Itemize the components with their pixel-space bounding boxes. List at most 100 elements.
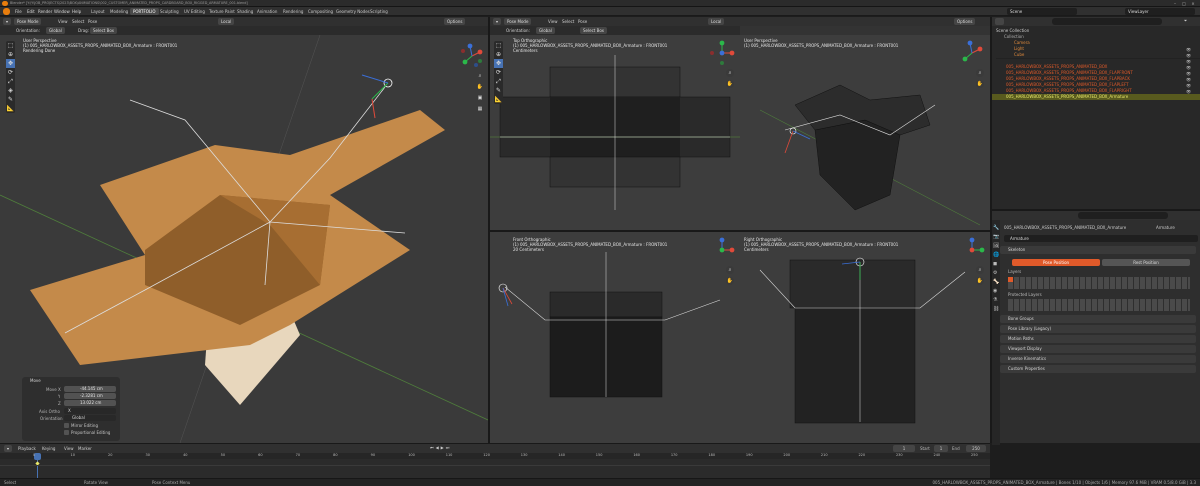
tab-sculpting[interactable]: Sculpting xyxy=(157,8,182,15)
mirror-checkbox[interactable] xyxy=(64,423,69,428)
top-view-canvas[interactable] xyxy=(490,35,740,230)
options-button[interactable]: Options xyxy=(444,18,466,25)
menu-help[interactable]: Help xyxy=(69,8,84,15)
orientation-dropdown[interactable]: Global xyxy=(536,27,555,34)
pan-icon[interactable]: ✋ xyxy=(726,80,734,88)
rest-position-button[interactable]: Rest Position xyxy=(1102,259,1190,266)
filter-icon[interactable]: ⏷ xyxy=(1184,18,1187,23)
zoom-icon[interactable]: ⌕ xyxy=(726,266,734,274)
protected-layers-grid[interactable] xyxy=(1008,299,1190,311)
menu-marker[interactable]: Marker xyxy=(78,445,92,452)
options-button[interactable]: Options xyxy=(954,18,976,25)
measure-tool-icon[interactable]: 📐 xyxy=(494,95,503,104)
zoom-icon[interactable]: ⌕ xyxy=(726,69,734,77)
panel-viewport-display[interactable]: Viewport Display xyxy=(1000,345,1196,353)
zoom-icon[interactable]: ⌕ xyxy=(976,69,984,77)
scene-selector[interactable]: Scene xyxy=(1007,8,1077,15)
move-tool-icon[interactable]: ✥ xyxy=(494,59,503,68)
panel-pose-library[interactable]: Pose Library (Legacy) xyxy=(1000,325,1196,333)
armature-name-field[interactable]: Armature xyxy=(1004,235,1198,242)
end-frame-field[interactable]: 250 xyxy=(966,445,986,452)
editor-type-icon[interactable] xyxy=(995,18,1004,25)
cursor-tool-icon[interactable]: ⊕ xyxy=(494,50,503,59)
drag-dropdown[interactable]: Select Box xyxy=(580,27,608,34)
tab-scripting[interactable]: Scripting xyxy=(367,8,391,15)
annotate-tool-icon[interactable]: ✎ xyxy=(494,86,503,95)
drag-dropdown[interactable]: Select Box xyxy=(90,27,118,34)
rotate-tool-icon[interactable]: ⟳ xyxy=(6,68,15,77)
perspective-canvas[interactable] xyxy=(740,35,990,230)
tab-modeling[interactable]: Modeling xyxy=(107,8,131,15)
tab-uv-editing[interactable]: UV Editing xyxy=(181,8,208,15)
navigation-gizmo[interactable] xyxy=(708,39,736,67)
editor-type-icon[interactable]: ▾ xyxy=(493,18,501,25)
orientation-dropdown[interactable]: Global xyxy=(64,415,116,421)
menu-select[interactable]: Select xyxy=(562,18,574,25)
pan-icon[interactable]: ✋ xyxy=(976,277,984,285)
navigation-gizmo[interactable] xyxy=(958,39,986,67)
visibility-eye-icons[interactable]: 👁 👁 👁 👁 👁 👁 👁 👁 xyxy=(1186,47,1191,95)
menu-view[interactable]: View xyxy=(64,445,74,452)
panel-inverse-kinematics[interactable]: Inverse Kinematics xyxy=(1000,355,1196,363)
annotate-tool-icon[interactable]: ✎ xyxy=(6,95,15,104)
outliner-search-input[interactable] xyxy=(1052,18,1162,25)
select-tool-icon[interactable]: ⬚ xyxy=(6,41,15,50)
select-tool-icon[interactable]: ⬚ xyxy=(494,41,503,50)
menu-view[interactable]: View xyxy=(548,18,558,25)
tab-compositing[interactable]: Compositing xyxy=(305,8,336,15)
right-view-canvas[interactable] xyxy=(740,232,990,443)
tab-rendering[interactable]: Rendering xyxy=(280,8,306,15)
panel-motion-paths[interactable]: Motion Paths xyxy=(1000,335,1196,343)
menu-file[interactable]: File xyxy=(12,8,25,15)
measure-tool-icon[interactable]: 📐 xyxy=(6,104,15,113)
tab-portfolio[interactable]: PORTFOLIO xyxy=(130,8,159,15)
timeline[interactable]: ▾ Playback Keying View Marker ⏮◀▶⏭ 1 Sta… xyxy=(0,443,990,479)
camera-view-icon[interactable]: ▣ xyxy=(476,94,484,102)
ortho-toggle-icon[interactable]: ▦ xyxy=(476,105,484,113)
scale-tool-icon[interactable]: ⤢ xyxy=(494,77,503,86)
move-y-field[interactable]: -2.3281 cm xyxy=(64,393,116,399)
axis-ortho-dropdown[interactable]: X xyxy=(64,408,116,414)
proportional-checkbox[interactable] xyxy=(64,430,69,435)
tab-shading[interactable]: Shading xyxy=(234,8,256,15)
current-frame-field[interactable]: 1 xyxy=(893,445,915,452)
pan-icon[interactable]: ✋ xyxy=(476,83,484,91)
menu-pose[interactable]: Pose xyxy=(578,18,587,25)
transform-orientation[interactable]: Local xyxy=(708,18,725,25)
top-ortho-viewport[interactable]: ▾ Pose Mode View Select Pose Local Orien… xyxy=(490,17,740,230)
properties-tab-icons[interactable]: 🔧 📷 🖼 🌐 ◼ ⚙ 🦴 ◉ ⚗ ⛓ xyxy=(993,224,999,314)
navigation-gizmo[interactable] xyxy=(458,42,486,70)
panel-custom-properties[interactable]: Custom Properties xyxy=(1000,365,1196,373)
blender-menu-icon[interactable] xyxy=(3,8,10,15)
orientation-dropdown[interactable]: Global xyxy=(46,27,65,34)
maximize-icon[interactable]: □ xyxy=(1181,1,1187,6)
menu-keying[interactable]: Keying xyxy=(42,445,55,452)
front-view-canvas[interactable] xyxy=(490,232,740,443)
move-x-field[interactable]: -44.145 cm xyxy=(64,386,116,392)
zoom-icon[interactable]: ⌕ xyxy=(976,266,984,274)
editor-type-icon[interactable]: ▾ xyxy=(3,18,11,25)
navigation-gizmo[interactable] xyxy=(958,236,986,264)
tab-animation[interactable]: Animation xyxy=(254,8,280,15)
close-icon[interactable]: × xyxy=(1190,1,1196,6)
panel-skeleton[interactable]: Skeleton xyxy=(1000,246,1196,254)
editor-type-icon[interactable]: ▾ xyxy=(4,445,12,452)
menu-select[interactable]: Select xyxy=(72,18,84,25)
right-ortho-viewport[interactable]: Right Orthographic (1) 005_HARLOWBOX_ASS… xyxy=(740,232,990,443)
layers-grid[interactable] xyxy=(1008,277,1190,289)
pose-position-button[interactable]: Pose Position xyxy=(1012,259,1100,266)
rotate-tool-icon[interactable]: ⟳ xyxy=(494,68,503,77)
minimize-icon[interactable]: – xyxy=(1172,1,1178,6)
start-frame-field[interactable]: 1 xyxy=(934,445,948,452)
transform-tool-icon[interactable]: ◈ xyxy=(6,86,15,95)
move-tool-icon[interactable]: ✥ xyxy=(6,59,15,68)
properties-search-input[interactable] xyxy=(1078,212,1168,219)
mode-selector[interactable]: Pose Mode xyxy=(14,18,42,25)
scale-tool-icon[interactable]: ⤢ xyxy=(6,77,15,86)
main-3d-viewport[interactable]: ▾ Pose Mode View Select Pose Local Optio… xyxy=(0,17,488,443)
perspective-viewport[interactable]: Options User Perspective (1) 005_HARLOWB… xyxy=(740,17,990,230)
menu-playback[interactable]: Playback xyxy=(18,445,36,452)
panel-bone-groups[interactable]: Bone Groups xyxy=(1000,315,1196,323)
cursor-tool-icon[interactable]: ⊕ xyxy=(6,50,15,59)
move-z-field[interactable]: 13.022 cm xyxy=(64,400,116,406)
